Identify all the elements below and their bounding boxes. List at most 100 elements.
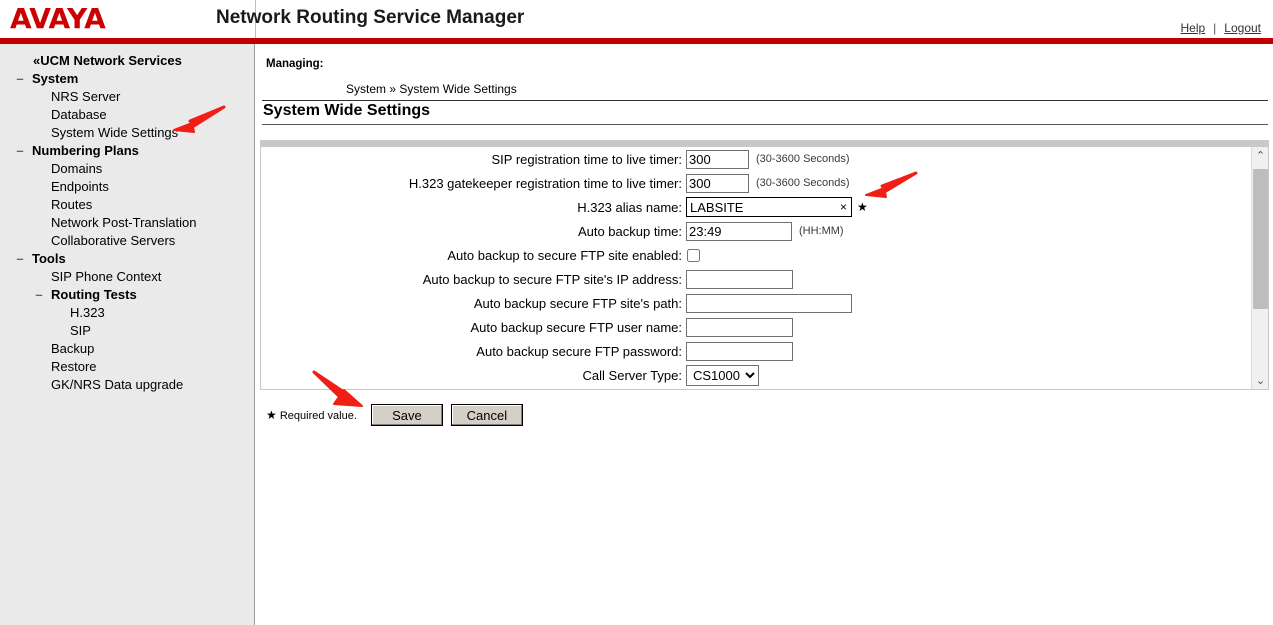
h323-alias-name-input[interactable] [686,197,852,217]
sidebar-item-label: Endpoints [51,179,109,194]
sidebar-item-label: Numbering Plans [32,143,139,158]
form-row-auto-backup-ftp-password: Auto backup secure FTP password: [261,339,1236,363]
sidebar-item-label: Backup [51,341,95,356]
sidebar-item-label: SIP [70,323,91,338]
auto-backup-ftp-password-input[interactable] [686,341,793,361]
sidebar-item-label: Routing Tests [51,287,137,302]
collapse-toggle-icon[interactable]: – [14,142,26,160]
title-bottom-rule [262,124,1268,125]
sidebar-item-nrs-server[interactable]: NRS Server [0,88,254,106]
label-h323-gatekeeper-registration-ttl: H.323 gatekeeper registration time to li… [408,175,682,191]
control-h323-gatekeeper-registration-ttl: (30-3600 Seconds) [686,173,850,193]
control-auto-backup-ftp-password [686,341,793,361]
form-row-auto-backup-ftp-username: Auto backup secure FTP user name: [261,315,1236,339]
label-h323-alias-name: H.323 alias name: [577,199,682,215]
form-scrollbar[interactable]: ⌃ ⌄ [1251,147,1268,389]
avaya-logo: AVAYA [10,2,106,35]
sidebar-item-tools[interactable]: – Tools [0,250,254,268]
form-row-auto-backup-ftp-enabled: Auto backup to secure FTP site enabled: [261,243,1236,267]
help-link[interactable]: Help [1180,21,1205,35]
collapse-toggle-icon[interactable]: – [33,286,45,304]
sidebar-item-restore[interactable]: Restore [0,358,254,376]
sidebar-item-system[interactable]: – System [0,70,254,88]
sidebar-item-label: System [32,71,79,86]
cancel-button[interactable]: Cancel [450,404,523,426]
sidebar-item-routes[interactable]: Routes [0,196,254,214]
control-h323-alias-name: ×★ [686,197,868,217]
section-title: System Wide Settings [263,102,431,119]
control-auto-backup-time: (HH:MM) [686,221,844,241]
sidebar-item-numbering-plans[interactable]: – Numbering Plans [0,142,254,160]
sidebar-item-label: GK/NRS Data upgrade [51,377,184,392]
app-header: AVAYA Network Routing Service Manager He… [0,0,1273,38]
sidebar-item-sip-phone-context[interactable]: SIP Phone Context [0,268,254,286]
sidebar-item-routing-tests[interactable]: – Routing Tests [0,286,254,304]
sidebar-item-database[interactable]: Database [0,106,254,124]
label-auto-backup-ftp-ip: Auto backup to secure FTP site's IP addr… [422,271,682,287]
form-actions: ★ Required value. Save Cancel [266,404,531,426]
nav-list: «UCM Network Services – System NRS Server Da… [0,52,254,394]
auto-backup-ftp-username-input[interactable] [686,317,793,337]
h323-alias-name-wrapper: × [686,197,852,217]
main-content: Managing: System » System Wide Settings … [256,44,1273,625]
save-button[interactable]: Save [370,404,443,426]
logout-link[interactable]: Logout [1224,21,1261,35]
sip-registration-ttl-input[interactable] [686,149,749,169]
sidebar-item-ucm-network-services[interactable]: «UCM Network Services [0,52,254,70]
label-auto-backup-time: Auto backup time: [577,223,682,239]
page-title: Network Routing Service Manager [216,7,525,28]
sidebar-item-label: Network Post-Translation [51,215,197,230]
sidebar-item-endpoints[interactable]: Endpoints [0,178,254,196]
label-auto-backup-ftp-password: Auto backup secure FTP password: [476,343,682,359]
sidebar-item-label: Routes [51,197,93,212]
sidebar-item-backup[interactable]: Backup [0,340,254,358]
sidebar-item-collaborative-servers[interactable]: Collaborative Servers [0,232,254,250]
label-auto-backup-ftp-enabled: Auto backup to secure FTP site enabled: [447,247,682,263]
sidebar-item-h-323[interactable]: H.323 [0,304,254,322]
auto-backup-ftp-enabled-checkbox[interactable] [687,248,700,262]
sidebar-item-label: System Wide Settings [51,125,179,140]
sidebar-item-network-post-translation[interactable]: Network Post-Translation [0,214,254,232]
form-row-call-server-type: Call Server Type: CS1000 [261,363,1236,387]
required-value-text: Required value. [279,410,357,422]
sidebar-item-label: Tools [32,251,66,266]
auto-backup-ftp-ip-input[interactable] [686,269,793,289]
control-auto-backup-ftp-path [686,293,852,313]
form-field-list: SIP registration time to live timer: (30-… [261,147,1236,387]
managing-label: Managing: [266,58,324,70]
label-auto-backup-ftp-username: Auto backup secure FTP user name: [470,319,682,335]
sidebar-item-label: H.323 [70,305,105,320]
call-server-type-select[interactable]: CS1000 [686,364,759,386]
h323-gatekeeper-registration-ttl-input[interactable] [686,173,749,193]
form-row-h323-gatekeeper-registration-ttl: H.323 gatekeeper registration time to li… [261,171,1236,195]
collapse-toggle-icon[interactable]: – [14,70,26,88]
control-sip-registration-ttl: (30-3600 Seconds) [686,149,850,169]
scroll-up-icon[interactable]: ⌃ [1252,147,1269,164]
scroll-down-icon[interactable]: ⌄ [1252,372,1269,389]
sidebar-item-domains[interactable]: Domains [0,160,254,178]
control-auto-backup-ftp-ip [686,269,793,289]
title-top-rule [262,100,1268,101]
settings-form-panel: SIP registration time to live timer: (30-… [260,140,1269,390]
clear-icon[interactable]: × [840,201,847,213]
header-link-separator: | [1213,21,1217,35]
navigation-sidebar: «UCM Network Services – System NRS Server Da… [0,44,255,625]
sidebar-item-label: «UCM Network Services [33,53,182,68]
form-row-auto-backup-time: Auto backup time: (HH:MM) [261,219,1236,243]
sidebar-item-system-wide-settings[interactable]: System Wide Settings [0,124,254,142]
collapse-toggle-icon[interactable]: – [14,250,26,268]
sidebar-item-gk-nrs-data-upgrade[interactable]: GK/NRS Data upgrade [0,376,254,394]
hint-sip-registration-ttl: (30-3600 Seconds) [756,153,850,165]
label-call-server-type: Call Server Type: [582,367,682,383]
auto-backup-time-input[interactable] [686,221,792,241]
scrollbar-thumb[interactable] [1253,169,1268,309]
control-auto-backup-ftp-username [686,317,793,337]
sidebar-item-sip[interactable]: SIP [0,322,254,340]
label-sip-registration-ttl: SIP registration time to live timer: [491,151,683,167]
auto-backup-ftp-path-input[interactable] [686,293,852,313]
form-row-sip-registration-ttl: SIP registration time to live timer: (30-… [261,147,1236,171]
control-auto-backup-ftp-enabled [686,248,700,262]
control-call-server-type: CS1000 [686,364,759,386]
label-auto-backup-ftp-path: Auto backup secure FTP site's path: [473,295,682,311]
sidebar-item-label: Collaborative Servers [51,233,176,248]
